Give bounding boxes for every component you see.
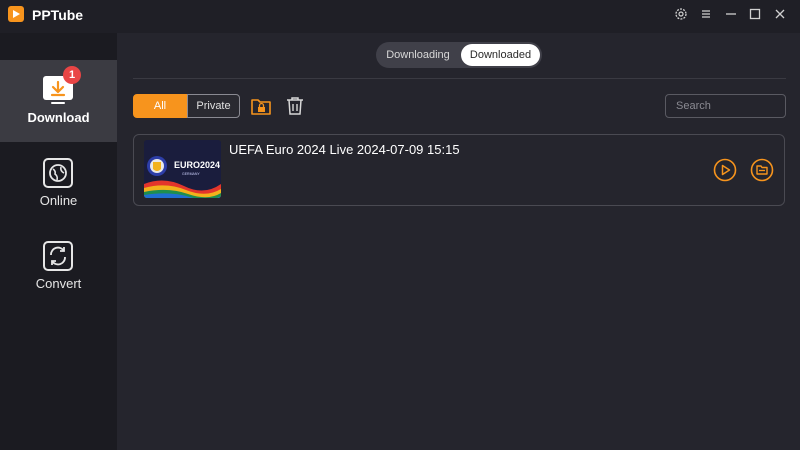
download-tabs: Downloading Downloaded (376, 42, 542, 68)
close-icon[interactable] (773, 7, 787, 21)
sidebar-item-label: Download (27, 110, 90, 125)
tab-downloaded[interactable]: Downloaded (461, 44, 540, 66)
sidebar-item-label: Online (39, 193, 78, 208)
minimize-icon[interactable] (724, 7, 738, 21)
thumbnail-text: EURO2024 (174, 160, 220, 170)
list-item[interactable]: EURO2024 GERMANY UEFA Euro 2024 Live 202… (133, 134, 785, 206)
open-folder-icon[interactable] (750, 158, 774, 182)
video-title: UEFA Euro 2024 Live 2024-07-09 15:15 (229, 142, 460, 157)
search-input[interactable] (665, 94, 786, 118)
divider (133, 78, 786, 79)
tab-downloading[interactable]: Downloading (378, 44, 458, 66)
sidebar: 1 Download Online Convert (0, 33, 117, 450)
app-title: PPTube (32, 7, 84, 23)
gear-icon[interactable] (674, 7, 688, 21)
menu-icon[interactable] (699, 7, 713, 21)
convert-icon (42, 240, 74, 272)
sidebar-item-online[interactable]: Online (0, 143, 117, 225)
sidebar-item-label: Convert (35, 276, 82, 291)
trash-icon[interactable] (284, 95, 306, 117)
video-thumbnail: EURO2024 GERMANY (144, 140, 221, 198)
app-logo-icon (8, 6, 24, 22)
maximize-icon[interactable] (748, 7, 762, 21)
download-count-badge: 1 (63, 66, 81, 84)
folder-lock-icon[interactable] (250, 95, 272, 117)
filter-all-button[interactable]: All (133, 94, 187, 118)
play-icon[interactable] (713, 158, 737, 182)
sidebar-item-convert[interactable]: Convert (0, 226, 117, 308)
sidebar-item-download[interactable]: 1 Download (0, 60, 117, 142)
title-bar: PPTube (0, 0, 800, 33)
thumbnail-subtext: GERMANY (182, 172, 200, 176)
filter-private-button[interactable]: Private (187, 94, 240, 118)
globe-icon (42, 157, 74, 189)
